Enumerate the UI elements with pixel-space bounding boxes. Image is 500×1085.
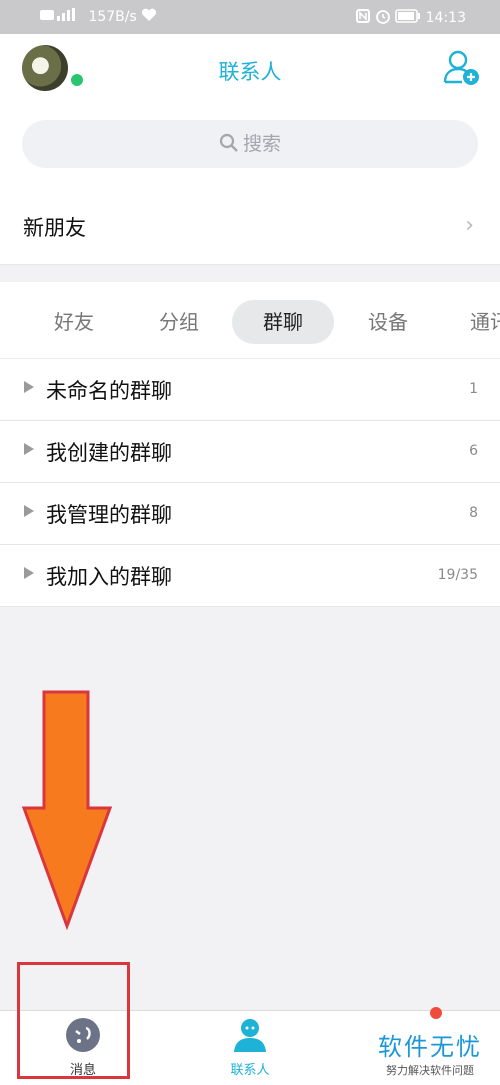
group-category-name: 我加入的群聊 — [46, 565, 172, 589]
watermark-subtitle: 努力解决软件问题 — [386, 1064, 474, 1077]
contact-tabs: 好友 分组 群聊 设备 通讯录 — [0, 282, 500, 359]
group-category-name: 我创建的群聊 — [46, 441, 172, 465]
heart-icon — [141, 8, 157, 26]
group-count: 19/35 — [437, 567, 478, 583]
chevron-right-icon: › — [465, 213, 474, 238]
alarm-icon — [375, 8, 391, 28]
network-speed: 157B/s — [88, 9, 137, 25]
search-section: 搜索 — [0, 104, 500, 186]
list-item[interactable]: 我加入的群聊 19/35 — [0, 545, 500, 607]
list-item[interactable]: 我管理的群聊 8 — [0, 483, 500, 545]
list-item[interactable]: 我创建的群聊 6 — [0, 421, 500, 483]
add-contact-icon[interactable] — [442, 48, 480, 86]
expand-arrow-icon — [24, 443, 34, 455]
annotation-arrow — [21, 690, 113, 931]
hd-signal-icon — [40, 8, 84, 26]
nav-contacts-label: 联系人 — [230, 1063, 270, 1078]
search-placeholder: 搜索 — [242, 133, 281, 155]
tab-friends[interactable]: 好友 — [24, 300, 124, 344]
expand-arrow-icon — [24, 505, 34, 517]
contacts-header: 联系人 — [0, 34, 500, 104]
group-count: 8 — [469, 505, 478, 521]
list-item[interactable]: 未命名的群聊 1 — [0, 359, 500, 421]
clock: 14:13 — [425, 10, 466, 26]
annotation-highlight-box — [17, 962, 130, 1079]
nav-contacts[interactable]: 联系人 — [190, 1017, 310, 1078]
battery-icon — [395, 9, 421, 27]
search-icon — [219, 133, 238, 152]
search-input[interactable]: 搜索 — [22, 120, 478, 168]
tab-address-book[interactable]: 通讯录 — [470, 300, 500, 344]
page-title: 联系人 — [218, 60, 282, 84]
new-friends-row[interactable]: 新朋友 › — [0, 186, 500, 265]
watermark-logo: 软件无忧 努力解决软件问题 — [378, 1027, 482, 1078]
tab-group-chats[interactable]: 群聊 — [232, 300, 334, 344]
group-chat-list: 未命名的群聊 1 我创建的群聊 6 我管理的群聊 8 我加入的群聊 19/35 — [0, 359, 500, 607]
watermark-title: 软件无忧 — [378, 1033, 482, 1061]
group-category-name: 未命名的群聊 — [46, 379, 172, 403]
contacts-icon — [190, 1017, 310, 1057]
expand-arrow-icon — [24, 381, 34, 393]
nfc-icon — [356, 9, 371, 27]
status-right: 14:13 — [356, 8, 466, 28]
status-left: 157B/s — [40, 8, 157, 26]
status-bar: 157B/s 14:13 — [0, 0, 500, 34]
notification-dot — [430, 1007, 442, 1019]
group-count: 6 — [469, 443, 478, 459]
group-category-name: 我管理的群聊 — [46, 503, 172, 527]
tab-devices[interactable]: 设备 — [338, 300, 438, 344]
tab-groups[interactable]: 分组 — [129, 300, 229, 344]
expand-arrow-icon — [24, 567, 34, 579]
new-friends-label: 新朋友 — [23, 216, 86, 240]
group-count: 1 — [469, 381, 478, 397]
